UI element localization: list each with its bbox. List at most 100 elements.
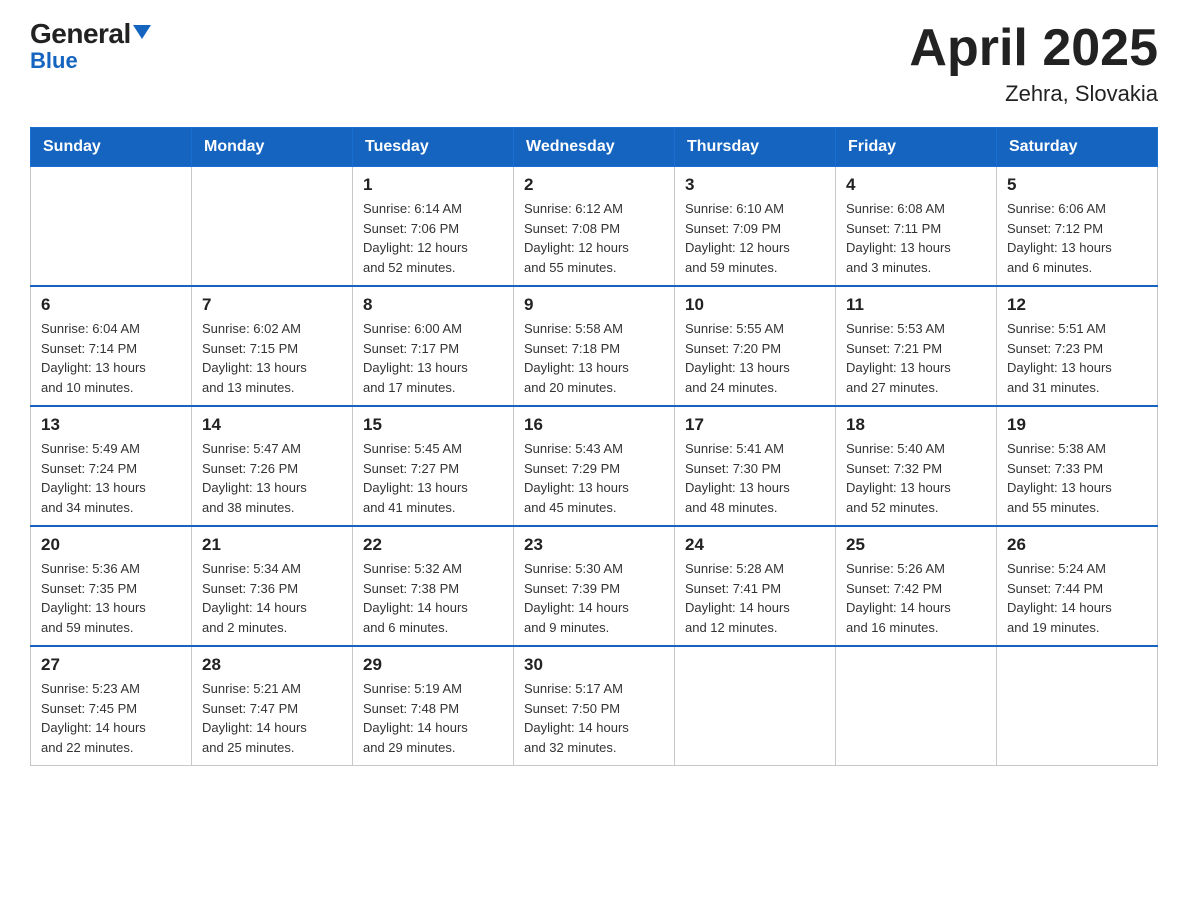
calendar-cell: 3 Sunrise: 6:10 AMSunset: 7:09 PMDaylight…	[675, 167, 836, 287]
day-info: Sunrise: 5:38 AMSunset: 7:33 PMDaylight:…	[1007, 439, 1147, 517]
day-number: 18	[846, 415, 986, 435]
calendar-cell: 24 Sunrise: 5:28 AMSunset: 7:41 PMDayligh…	[675, 526, 836, 646]
calendar-cell: 17 Sunrise: 5:41 AMSunset: 7:30 PMDayligh…	[675, 406, 836, 526]
day-number: 7	[202, 295, 342, 315]
calendar-cell: 30Sunrise: 5:17 AMSunset: 7:50 PMDayligh…	[514, 646, 675, 766]
calendar-cell: 19 Sunrise: 5:38 AMSunset: 7:33 PMDayligh…	[997, 406, 1158, 526]
calendar-cell	[675, 646, 836, 766]
day-info: Sunrise: 5:24 AMSunset: 7:44 PMDaylight:…	[1007, 559, 1147, 637]
day-info: Sunrise: 5:45 AMSunset: 7:27 PMDaylight:…	[363, 439, 503, 517]
day-info: Sunrise: 5:28 AMSunset: 7:41 PMDaylight:…	[685, 559, 825, 637]
title-block: April 2025 Zehra, Slovakia	[909, 20, 1158, 107]
day-number: 24	[685, 535, 825, 555]
day-number: 1	[363, 175, 503, 195]
calendar-cell	[997, 646, 1158, 766]
day-info: Sunrise: 6:06 AMSunset: 7:12 PMDaylight:…	[1007, 199, 1147, 277]
day-number: 11	[846, 295, 986, 315]
day-info: Sunrise: 5:32 AMSunset: 7:38 PMDaylight:…	[363, 559, 503, 637]
month-year-title: April 2025	[909, 20, 1158, 77]
day-info: Sunrise: 5:19 AMSunset: 7:48 PMDaylight:…	[363, 679, 503, 757]
day-info: Sunrise: 5:23 AMSunset: 7:45 PMDaylight:…	[41, 679, 181, 757]
day-number: 16	[524, 415, 664, 435]
calendar-cell: 15Sunrise: 5:45 AMSunset: 7:27 PMDayligh…	[353, 406, 514, 526]
day-info: Sunrise: 5:43 AMSunset: 7:29 PMDaylight:…	[524, 439, 664, 517]
calendar-cell: 20Sunrise: 5:36 AMSunset: 7:35 PMDayligh…	[31, 526, 192, 646]
calendar-cell: 5 Sunrise: 6:06 AMSunset: 7:12 PMDaylight…	[997, 167, 1158, 287]
day-info: Sunrise: 6:00 AMSunset: 7:17 PMDaylight:…	[363, 319, 503, 397]
day-number: 22	[363, 535, 503, 555]
day-info: Sunrise: 5:53 AMSunset: 7:21 PMDaylight:…	[846, 319, 986, 397]
calendar-week-row: 1 Sunrise: 6:14 AMSunset: 7:06 PMDaylight…	[31, 167, 1158, 287]
day-number: 8	[363, 295, 503, 315]
location-subtitle: Zehra, Slovakia	[909, 81, 1158, 107]
calendar-table: SundayMondayTuesdayWednesdayThursdayFrid…	[30, 127, 1158, 766]
day-info: Sunrise: 5:55 AMSunset: 7:20 PMDaylight:…	[685, 319, 825, 397]
day-number: 4	[846, 175, 986, 195]
day-number: 2	[524, 175, 664, 195]
page-header: General Blue April 2025 Zehra, Slovakia	[30, 20, 1158, 107]
logo-triangle-icon	[133, 25, 151, 39]
calendar-cell: 6Sunrise: 6:04 AMSunset: 7:14 PMDaylight…	[31, 286, 192, 406]
calendar-cell: 7 Sunrise: 6:02 AMSunset: 7:15 PMDaylight…	[192, 286, 353, 406]
day-info: Sunrise: 5:47 AMSunset: 7:26 PMDaylight:…	[202, 439, 342, 517]
calendar-cell: 14 Sunrise: 5:47 AMSunset: 7:26 PMDayligh…	[192, 406, 353, 526]
day-number: 29	[363, 655, 503, 675]
calendar-week-row: 13 Sunrise: 5:49 AMSunset: 7:24 PMDayligh…	[31, 406, 1158, 526]
weekday-header-saturday: Saturday	[997, 128, 1158, 167]
day-info: Sunrise: 5:41 AMSunset: 7:30 PMDaylight:…	[685, 439, 825, 517]
calendar-cell: 18Sunrise: 5:40 AMSunset: 7:32 PMDayligh…	[836, 406, 997, 526]
day-info: Sunrise: 5:58 AMSunset: 7:18 PMDaylight:…	[524, 319, 664, 397]
calendar-week-row: 27Sunrise: 5:23 AMSunset: 7:45 PMDayligh…	[31, 646, 1158, 766]
weekday-header-tuesday: Tuesday	[353, 128, 514, 167]
day-info: Sunrise: 6:10 AMSunset: 7:09 PMDaylight:…	[685, 199, 825, 277]
day-number: 21	[202, 535, 342, 555]
calendar-cell: 23Sunrise: 5:30 AMSunset: 7:39 PMDayligh…	[514, 526, 675, 646]
calendar-cell: 4 Sunrise: 6:08 AMSunset: 7:11 PMDaylight…	[836, 167, 997, 287]
calendar-cell: 26 Sunrise: 5:24 AMSunset: 7:44 PMDayligh…	[997, 526, 1158, 646]
day-info: Sunrise: 6:08 AMSunset: 7:11 PMDaylight:…	[846, 199, 986, 277]
day-number: 5	[1007, 175, 1147, 195]
day-number: 9	[524, 295, 664, 315]
calendar-cell: 11 Sunrise: 5:53 AMSunset: 7:21 PMDayligh…	[836, 286, 997, 406]
day-info: Sunrise: 6:14 AMSunset: 7:06 PMDaylight:…	[363, 199, 503, 277]
calendar-cell: 2 Sunrise: 6:12 AMSunset: 7:08 PMDaylight…	[514, 167, 675, 287]
calendar-cell	[192, 167, 353, 287]
day-number: 6	[41, 295, 181, 315]
day-info: Sunrise: 6:12 AMSunset: 7:08 PMDaylight:…	[524, 199, 664, 277]
day-number: 25	[846, 535, 986, 555]
calendar-cell: 12Sunrise: 5:51 AMSunset: 7:23 PMDayligh…	[997, 286, 1158, 406]
calendar-cell: 21 Sunrise: 5:34 AMSunset: 7:36 PMDayligh…	[192, 526, 353, 646]
calendar-cell: 22 Sunrise: 5:32 AMSunset: 7:38 PMDayligh…	[353, 526, 514, 646]
day-info: Sunrise: 5:51 AMSunset: 7:23 PMDaylight:…	[1007, 319, 1147, 397]
day-number: 20	[41, 535, 181, 555]
day-number: 10	[685, 295, 825, 315]
day-number: 19	[1007, 415, 1147, 435]
weekday-header-row: SundayMondayTuesdayWednesdayThursdayFrid…	[31, 128, 1158, 167]
calendar-cell: 10 Sunrise: 5:55 AMSunset: 7:20 PMDayligh…	[675, 286, 836, 406]
logo-blue-text: Blue	[30, 50, 78, 72]
weekday-header-monday: Monday	[192, 128, 353, 167]
weekday-header-thursday: Thursday	[675, 128, 836, 167]
day-number: 30	[524, 655, 664, 675]
day-number: 23	[524, 535, 664, 555]
day-info: Sunrise: 6:02 AMSunset: 7:15 PMDaylight:…	[202, 319, 342, 397]
day-info: Sunrise: 5:49 AMSunset: 7:24 PMDaylight:…	[41, 439, 181, 517]
calendar-cell: 13 Sunrise: 5:49 AMSunset: 7:24 PMDayligh…	[31, 406, 192, 526]
calendar-cell: 8 Sunrise: 6:00 AMSunset: 7:17 PMDaylight…	[353, 286, 514, 406]
day-number: 13	[41, 415, 181, 435]
logo: General Blue	[30, 20, 151, 72]
calendar-cell: 25Sunrise: 5:26 AMSunset: 7:42 PMDayligh…	[836, 526, 997, 646]
calendar-week-row: 6Sunrise: 6:04 AMSunset: 7:14 PMDaylight…	[31, 286, 1158, 406]
day-info: Sunrise: 5:34 AMSunset: 7:36 PMDaylight:…	[202, 559, 342, 637]
day-number: 3	[685, 175, 825, 195]
weekday-header-wednesday: Wednesday	[514, 128, 675, 167]
calendar-cell: 1 Sunrise: 6:14 AMSunset: 7:06 PMDaylight…	[353, 167, 514, 287]
day-number: 28	[202, 655, 342, 675]
day-number: 17	[685, 415, 825, 435]
day-number: 26	[1007, 535, 1147, 555]
calendar-cell: 9 Sunrise: 5:58 AMSunset: 7:18 PMDaylight…	[514, 286, 675, 406]
calendar-cell	[31, 167, 192, 287]
calendar-cell	[836, 646, 997, 766]
day-number: 14	[202, 415, 342, 435]
calendar-week-row: 20Sunrise: 5:36 AMSunset: 7:35 PMDayligh…	[31, 526, 1158, 646]
